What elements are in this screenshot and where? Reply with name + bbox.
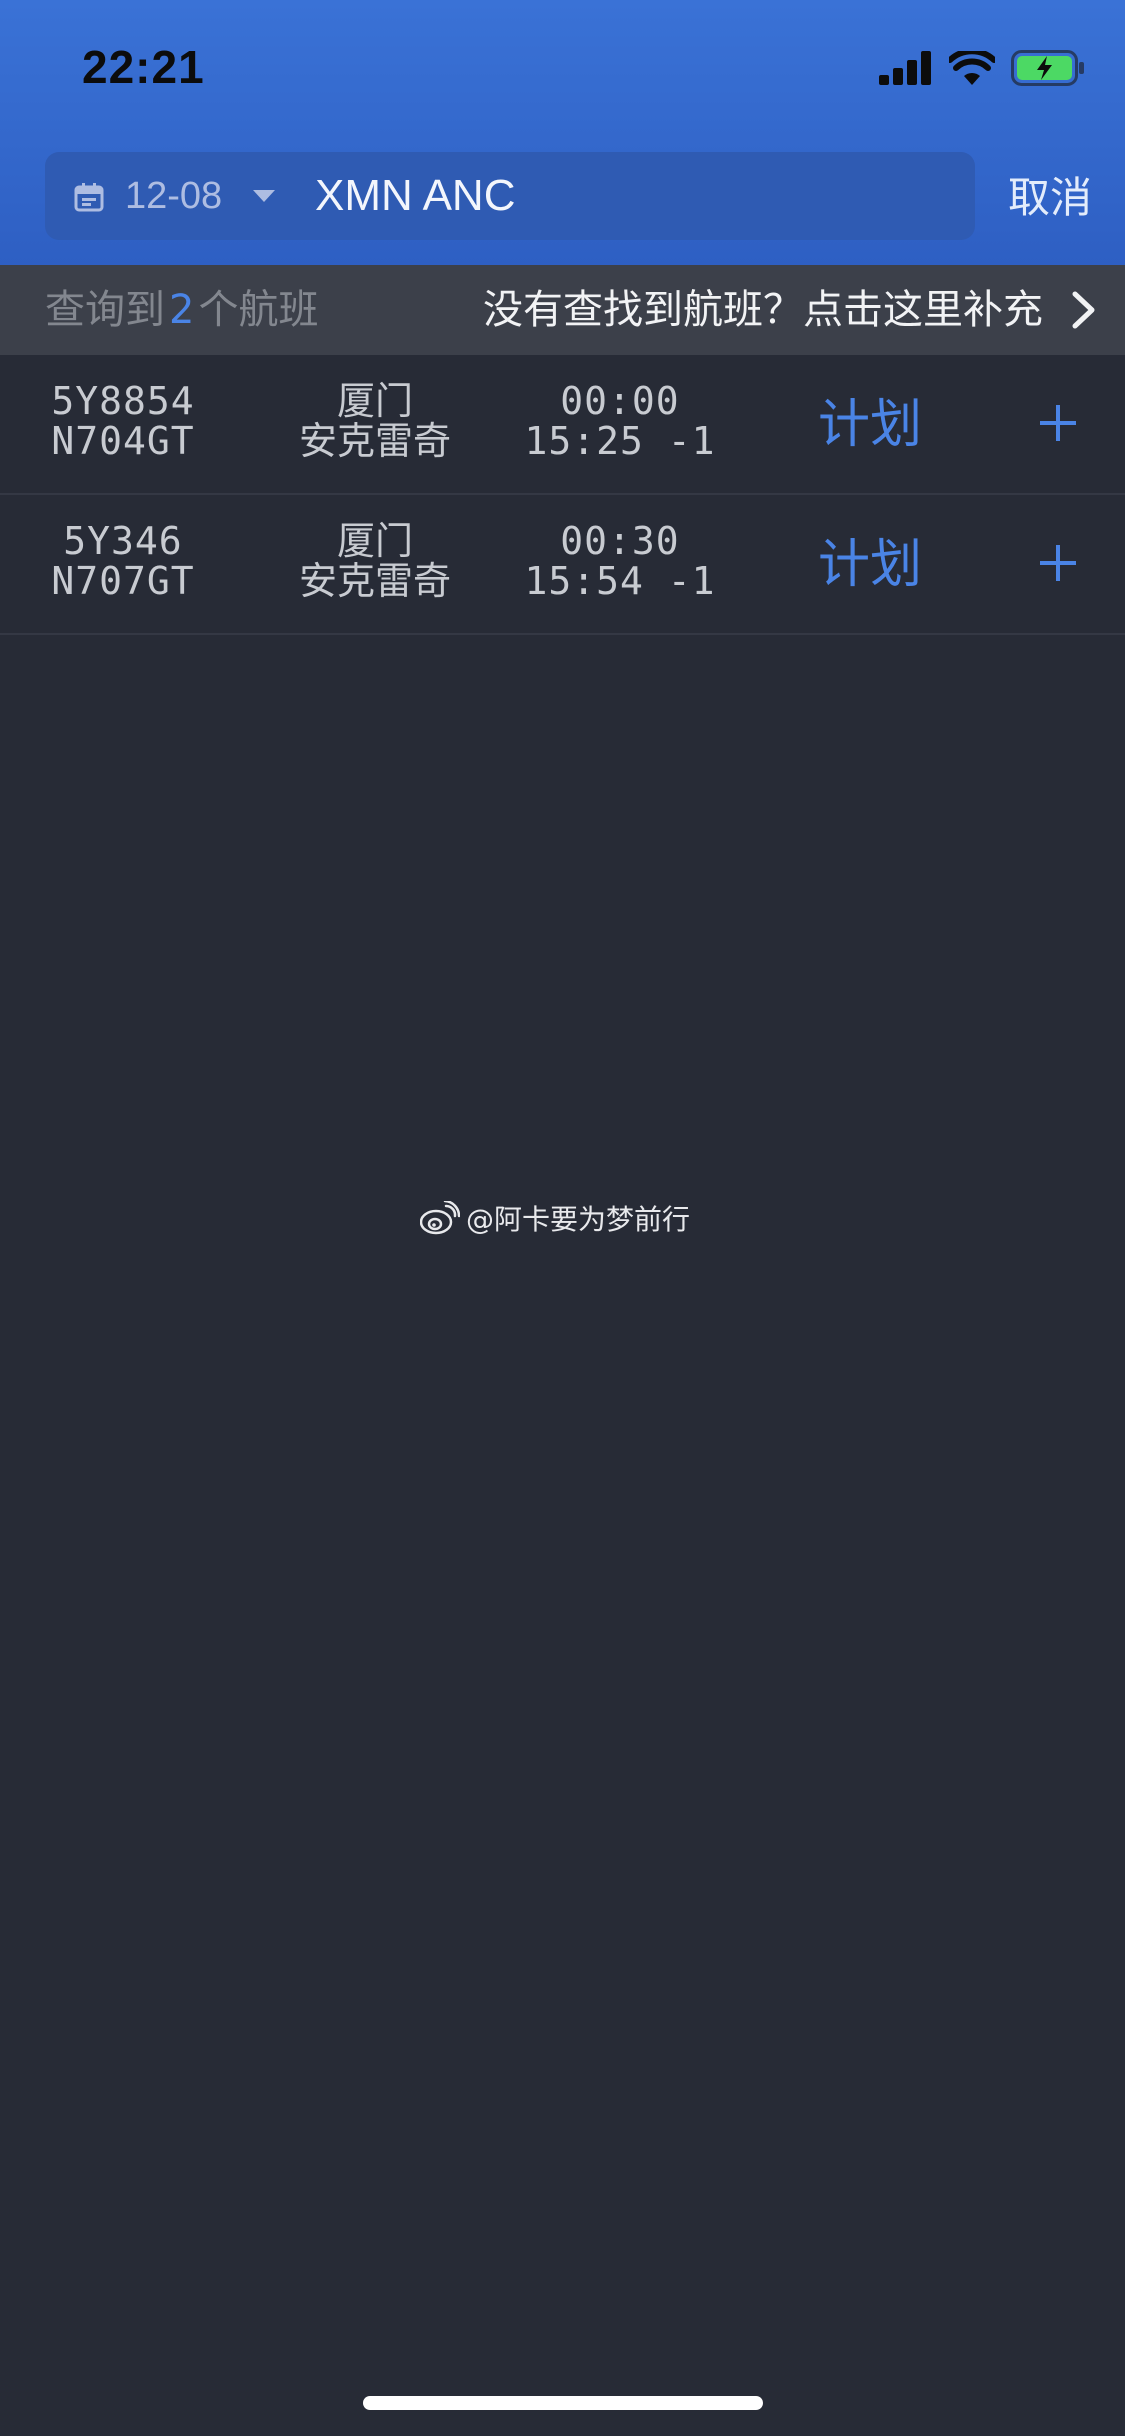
- wifi-icon: [949, 51, 995, 85]
- status-icons: [879, 48, 1085, 88]
- flight-row[interactable]: 5Y346 N707GT 厦门 安克雷奇 00:30 15:54 -1 计划: [0, 495, 1125, 635]
- flight-cities: 厦门 安克雷奇: [270, 521, 480, 601]
- supplement-flight-link[interactable]: 没有查找到航班？点击这里补充: [483, 285, 1097, 335]
- flight-row[interactable]: 5Y8854 N704GT 厦门 安克雷奇 00:00 15:25 -1 计划: [0, 355, 1125, 495]
- watermark: @阿卡要为梦前行: [420, 1198, 690, 1238]
- status-bar: 22:21: [0, 0, 1125, 140]
- plus-icon[interactable]: [1040, 405, 1076, 441]
- cancel-button[interactable]: 取消: [1008, 170, 1092, 226]
- departure-time: 00:00: [560, 379, 680, 423]
- dropdown-arrow-icon[interactable]: [253, 190, 275, 204]
- aircraft-registration: N704GT: [51, 419, 195, 463]
- arrival-time: 15:25 -1: [524, 419, 716, 463]
- aircraft-registration: N707GT: [51, 559, 195, 603]
- flight-times: 00:30 15:54 -1: [510, 521, 730, 601]
- flight-number: 5Y346: [63, 519, 183, 563]
- plus-icon[interactable]: [1040, 545, 1076, 581]
- plan-button[interactable]: 计划: [818, 393, 922, 457]
- status-time: 22:21: [82, 41, 205, 93]
- flight-number: 5Y8854: [51, 379, 195, 423]
- weibo-icon: [420, 1201, 460, 1235]
- watermark-text: @阿卡要为梦前行: [466, 1203, 691, 1236]
- chevron-right-icon[interactable]: [1071, 291, 1097, 329]
- calendar-icon[interactable]: [73, 181, 105, 213]
- battery-charging-icon: [1011, 50, 1084, 86]
- result-info-bar: 查询到 2 个航班 没有查找到航班？点击这里补充: [0, 265, 1125, 355]
- flight-cities: 厦门 安克雷奇: [270, 381, 480, 461]
- flight-codes: 5Y8854 N704GT: [28, 381, 218, 461]
- date-selector[interactable]: 12-08: [125, 172, 222, 220]
- home-indicator[interactable]: [363, 2396, 763, 2410]
- plan-button[interactable]: 计划: [818, 533, 922, 597]
- arrival-time: 15:54 -1: [524, 559, 716, 603]
- destination-city: 安克雷奇: [298, 559, 451, 603]
- departure-time: 00:30: [560, 519, 680, 563]
- cellular-signal-icon: [879, 51, 931, 85]
- destination-city: 安克雷奇: [298, 419, 451, 463]
- header: 22:21 12-08 XMN ANC 取消: [0, 0, 1125, 265]
- result-count-prefix: 查询到: [45, 287, 165, 333]
- origin-city: 厦门: [336, 519, 413, 563]
- result-count: 查询到 2 个航班: [45, 285, 318, 335]
- result-count-suffix: 个航班: [198, 287, 319, 333]
- flight-times: 00:00 15:25 -1: [510, 381, 730, 461]
- search-input[interactable]: XMN ANC: [315, 168, 515, 224]
- result-count-number: 2: [169, 287, 195, 333]
- supplement-flight-text[interactable]: 没有查找到航班？点击这里补充: [483, 285, 1043, 335]
- origin-city: 厦门: [336, 379, 413, 423]
- search-box[interactable]: 12-08 XMN ANC: [45, 152, 975, 240]
- flight-codes: 5Y346 N707GT: [28, 521, 218, 601]
